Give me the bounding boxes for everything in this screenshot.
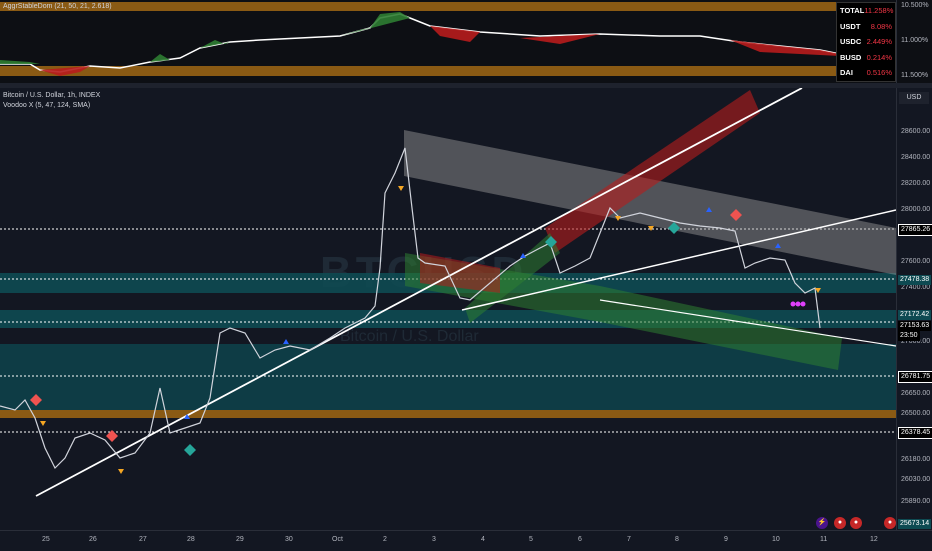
time-label: 12 <box>870 536 878 543</box>
price-tag-zone: 27172.42 <box>898 310 932 320</box>
price-tick: 28400.00 <box>901 154 931 161</box>
table-row: DAI 0.516% <box>837 65 895 81</box>
price-tag-zone: 27478.38 <box>898 275 932 285</box>
main-price-chart[interactable]: BTCUSD Bitcoin / U.S. Dollar <box>0 88 896 530</box>
candle-countdown: 23:50 <box>898 331 920 341</box>
time-label: 2 <box>383 536 387 543</box>
table-name: USDC <box>840 37 862 46</box>
flag-icon[interactable]: ● <box>884 517 896 529</box>
table-row: BUSD 0.214% <box>837 50 895 66</box>
currency-button[interactable]: USD <box>899 92 929 104</box>
descending-channel-grey <box>404 130 896 275</box>
price-tick: 26500.00 <box>901 410 931 417</box>
event-icon[interactable]: ⚡ <box>816 517 828 529</box>
lower-band <box>0 66 896 76</box>
table-name: BUSD <box>840 52 862 62</box>
time-label: 28 <box>187 536 195 543</box>
price-plot <box>0 88 896 497</box>
table-row: USDC 2.449% <box>837 34 895 50</box>
flag-icon[interactable]: ● <box>850 517 862 529</box>
time-label: 4 <box>481 536 485 543</box>
table-value: 0.214% <box>866 52 892 62</box>
time-label: 7 <box>627 536 631 543</box>
time-label: 9 <box>724 536 728 543</box>
symbol-legend[interactable]: Bitcoin / U.S. Dollar, 1h, INDEX <box>3 92 100 99</box>
price-tag-zone: 25673.14 <box>898 519 932 529</box>
price-tag-level: 26781.75 <box>898 371 932 383</box>
time-label: 3 <box>432 536 436 543</box>
price-tick: 26650.00 <box>901 390 931 397</box>
time-label: 8 <box>675 536 679 543</box>
price-axis[interactable]: 28600.00 28400.00 28200.00 28000.00 2760… <box>896 88 932 530</box>
table-value: 8.08% <box>870 21 892 31</box>
axis-tick: 10.500% <box>901 2 929 9</box>
upper-band <box>0 2 896 11</box>
current-price-tag: 27153.63 <box>898 321 932 331</box>
dominance-legend[interactable]: AggrStableDom (21, 50, 21, 2.618) <box>3 3 112 10</box>
time-label: 10 <box>772 536 780 543</box>
dominance-table: TOTAL 11.258% USDT 8.08% USDC 2.449% BUSD 0.… <box>836 2 896 82</box>
purple-markers <box>790 301 806 307</box>
time-label: Oct <box>332 536 343 543</box>
time-label: 5 <box>529 536 533 543</box>
price-tag-level: 27865.26 <box>898 224 932 236</box>
time-label: 27 <box>139 536 147 543</box>
time-label: 11 <box>820 536 828 543</box>
table-value: 2.449% <box>866 37 892 46</box>
price-tick: 28200.00 <box>901 180 931 187</box>
time-label: 6 <box>578 536 582 543</box>
time-label: 26 <box>89 536 97 543</box>
price-tick: 25890.00 <box>901 498 931 505</box>
indicator-legend[interactable]: Voodoo X (5, 47, 124, SMA) <box>3 102 90 109</box>
stablecoin-dominance-pane: AggrStableDom (21, 50, 21, 2.618) <box>0 0 932 83</box>
time-label: 29 <box>236 536 244 543</box>
time-axis[interactable]: 25 26 27 28 29 30 Oct 2 3 4 5 6 7 8 9 10… <box>0 530 932 551</box>
axis-tick: 11.000% <box>901 37 929 44</box>
price-tick: 28000.00 <box>901 206 931 213</box>
axis-tick: 11.500% <box>901 72 929 79</box>
table-name: USDT <box>840 21 861 31</box>
price-tick: 26030.00 <box>901 476 931 483</box>
flag-icon[interactable]: ● <box>834 517 846 529</box>
table-name: DAI <box>840 68 853 77</box>
price-tag-level: 26378.45 <box>898 427 932 439</box>
price-tick: 27400.00 <box>901 284 931 291</box>
table-row: TOTAL 11.258% <box>837 3 895 19</box>
dominance-plot <box>0 2 896 76</box>
time-label: 30 <box>285 536 293 543</box>
dominance-line <box>0 13 841 73</box>
dominance-axis[interactable]: 10.500% 11.000% 11.500% <box>896 0 932 83</box>
price-tick: 27600.00 <box>901 258 931 265</box>
table-row: USDT 8.08% <box>837 19 895 35</box>
table-value: 11.258% <box>864 6 894 15</box>
table-value: 0.516% <box>866 68 892 77</box>
orange-level-band <box>0 410 896 418</box>
time-label: 25 <box>42 536 50 543</box>
price-tick: 28600.00 <box>901 128 931 135</box>
price-tick: 26180.00 <box>901 456 931 463</box>
table-name: TOTAL <box>840 6 865 15</box>
